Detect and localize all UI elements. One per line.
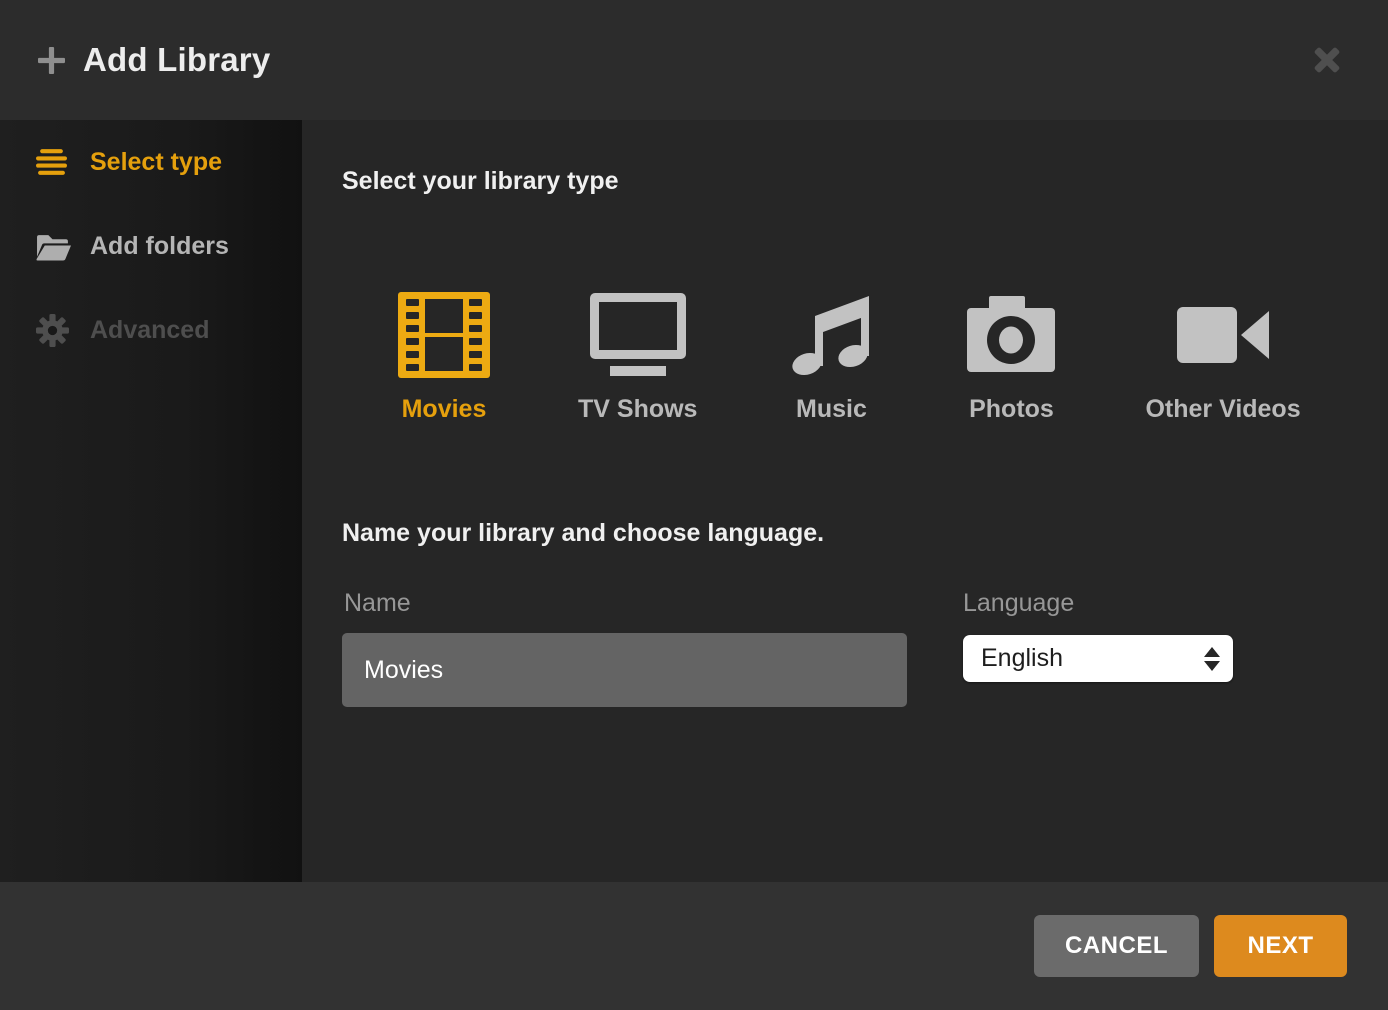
sidebar-item-label: Advanced (90, 316, 209, 345)
video-camera-icon (1177, 291, 1269, 379)
dialog-header: Add Library (0, 0, 1388, 120)
library-type-movies[interactable]: Movies (398, 291, 490, 424)
language-value: English (981, 644, 1063, 673)
list-icon (36, 149, 72, 175)
select-stepper-icon (1204, 647, 1220, 671)
sidebar-item-select-type[interactable]: Select type (0, 120, 302, 204)
language-select[interactable]: English (963, 635, 1233, 682)
sidebar-item-add-folders[interactable]: Add folders (0, 204, 302, 288)
library-type-label: TV Shows (578, 395, 697, 424)
library-type-music[interactable]: Music (785, 291, 877, 424)
gear-icon (36, 314, 72, 347)
dialog-title: Add Library (83, 41, 270, 79)
name-heading: Name your library and choose language. (342, 518, 824, 548)
sidebar: Select type Add folders (0, 120, 302, 882)
name-input[interactable] (342, 633, 907, 707)
library-type-label: Photos (969, 395, 1054, 424)
dialog-footer: CANCEL NEXT (0, 882, 1388, 1010)
sidebar-item-label: Select type (90, 148, 222, 177)
library-type-other-videos[interactable]: Other Videos (1145, 291, 1300, 424)
cancel-button[interactable]: CANCEL (1034, 915, 1199, 977)
open-folder-icon (36, 232, 72, 261)
film-strip-icon (398, 291, 490, 379)
library-type-tv-shows[interactable]: TV Shows (578, 291, 697, 424)
sidebar-item-advanced: Advanced (0, 288, 302, 372)
main-content: Select your library type (302, 120, 1388, 882)
name-label: Name (344, 588, 411, 618)
library-type-photos[interactable]: Photos (965, 291, 1057, 424)
music-note-icon (785, 291, 877, 379)
sidebar-item-label: Add folders (90, 232, 229, 261)
add-library-dialog: Add Library Select type (0, 0, 1388, 1010)
type-heading: Select your library type (342, 166, 619, 196)
next-button[interactable]: NEXT (1214, 915, 1347, 977)
library-type-label: Music (796, 395, 867, 424)
library-type-label: Movies (402, 395, 487, 424)
library-type-label: Other Videos (1145, 395, 1300, 424)
tv-icon (590, 291, 686, 379)
language-label: Language (963, 588, 1074, 618)
library-type-list: Movies TV Shows (398, 291, 1301, 424)
plus-icon (38, 47, 65, 74)
close-icon[interactable] (1308, 41, 1346, 79)
camera-icon (965, 291, 1057, 379)
